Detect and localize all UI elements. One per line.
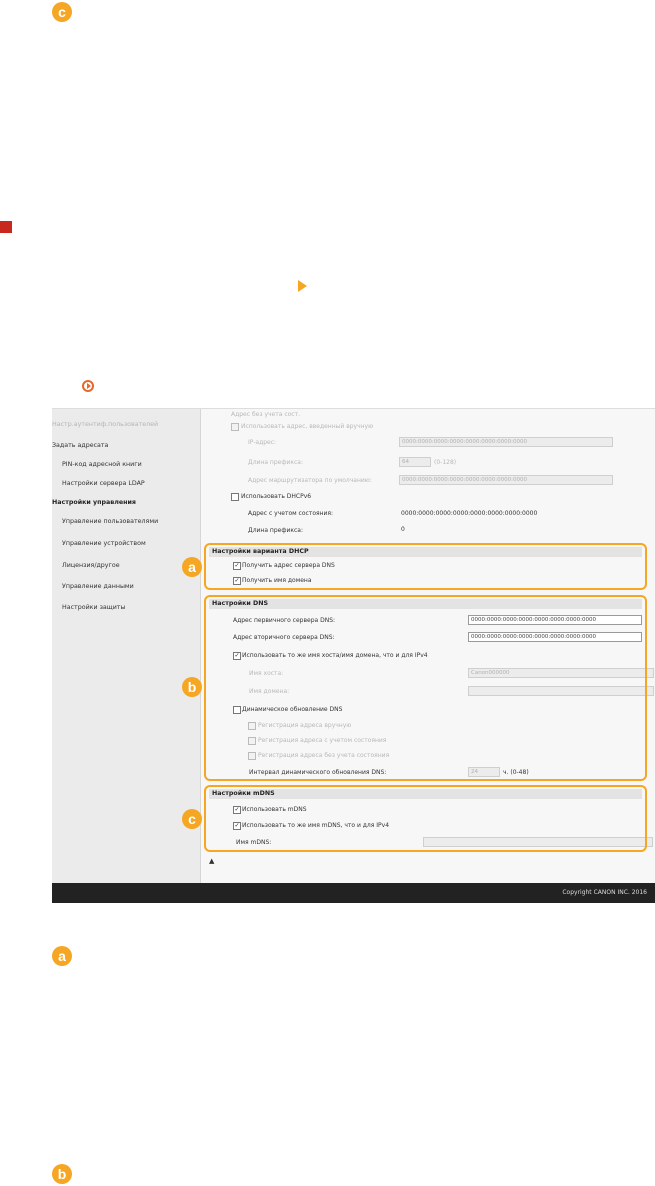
legend-b-icon: b bbox=[52, 1164, 72, 1184]
ip-address-label: IP-адрес: bbox=[248, 439, 277, 446]
nav-item-license[interactable]: Лицензия/другое bbox=[62, 562, 120, 569]
nav-item-destination[interactable]: Задать адресата bbox=[52, 442, 108, 449]
nav-item-data[interactable]: Управление данными bbox=[62, 583, 134, 590]
dhcpv6-checkbox[interactable] bbox=[231, 493, 239, 501]
copyright-text: Copyright CANON INC. 2016 bbox=[562, 889, 647, 896]
screenshot-panel: Настр.аутентиф.пользователей Задать адре… bbox=[52, 408, 655, 903]
gateway-label: Адрес маршрутизатора по умолчанию: bbox=[248, 477, 372, 484]
callout-c-frame bbox=[204, 785, 647, 852]
manual-address-label: Использовать адрес, введенный вручную bbox=[241, 423, 374, 430]
manual-address-checkbox[interactable] bbox=[231, 423, 239, 431]
callout-b-icon: b bbox=[182, 677, 202, 697]
callout-b-frame bbox=[204, 595, 647, 781]
nav-item-user-auth[interactable]: Настр.аутентиф.пользователей bbox=[52, 421, 158, 428]
nav-item-device[interactable]: Управление устройством bbox=[62, 540, 146, 547]
left-navigation: Настр.аутентиф.пользователей Задать адре… bbox=[52, 409, 201, 883]
dhcpv6-label: Использовать DHCPv6 bbox=[241, 493, 312, 500]
prefix2-label: Длина префикса: bbox=[248, 527, 304, 534]
nav-item-users[interactable]: Управление пользователями bbox=[62, 518, 158, 525]
stateful-address-value: 0000:0000:0000:0000:0000:0000:0000:0000 bbox=[401, 510, 538, 517]
arrow-right-icon bbox=[298, 280, 307, 292]
nav-item-security[interactable]: Настройки защиты bbox=[62, 604, 125, 611]
prefix2-value: 0 bbox=[401, 526, 405, 533]
ip-address-field[interactable]: 0000:0000:0000:0000:0000:0000:0000:0000 bbox=[399, 437, 613, 447]
prefix-length-label: Длина префикса: bbox=[248, 459, 304, 466]
callout-c-marker-icon: c bbox=[182, 809, 202, 829]
prefix-range-label: (0-128) bbox=[434, 459, 457, 466]
callout-a-icon: a bbox=[182, 557, 202, 577]
nav-item-management-header: Настройки управления bbox=[52, 499, 136, 506]
gateway-field[interactable]: 0000:0000:0000:0000:0000:0000:0000:0000 bbox=[399, 475, 613, 485]
link-arrow-icon[interactable] bbox=[82, 380, 94, 392]
prefix-length-field[interactable]: 64 bbox=[399, 457, 431, 467]
back-to-top-icon[interactable]: ▲ bbox=[209, 857, 214, 865]
nav-item-ldap[interactable]: Настройки сервера LDAP bbox=[62, 480, 145, 487]
stateful-address-label: Адрес с учетом состояния: bbox=[248, 510, 334, 517]
nav-item-pin[interactable]: PIN-код адресной книги bbox=[62, 461, 142, 468]
callout-c-icon: c bbox=[52, 2, 72, 22]
stateless-address-label: Адрес без учета сост. bbox=[231, 411, 300, 418]
footer-bar: Copyright CANON INC. 2016 bbox=[52, 883, 655, 903]
section-marker-icon bbox=[0, 221, 12, 233]
legend-a-icon: a bbox=[52, 946, 72, 966]
callout-a-frame bbox=[204, 543, 647, 590]
